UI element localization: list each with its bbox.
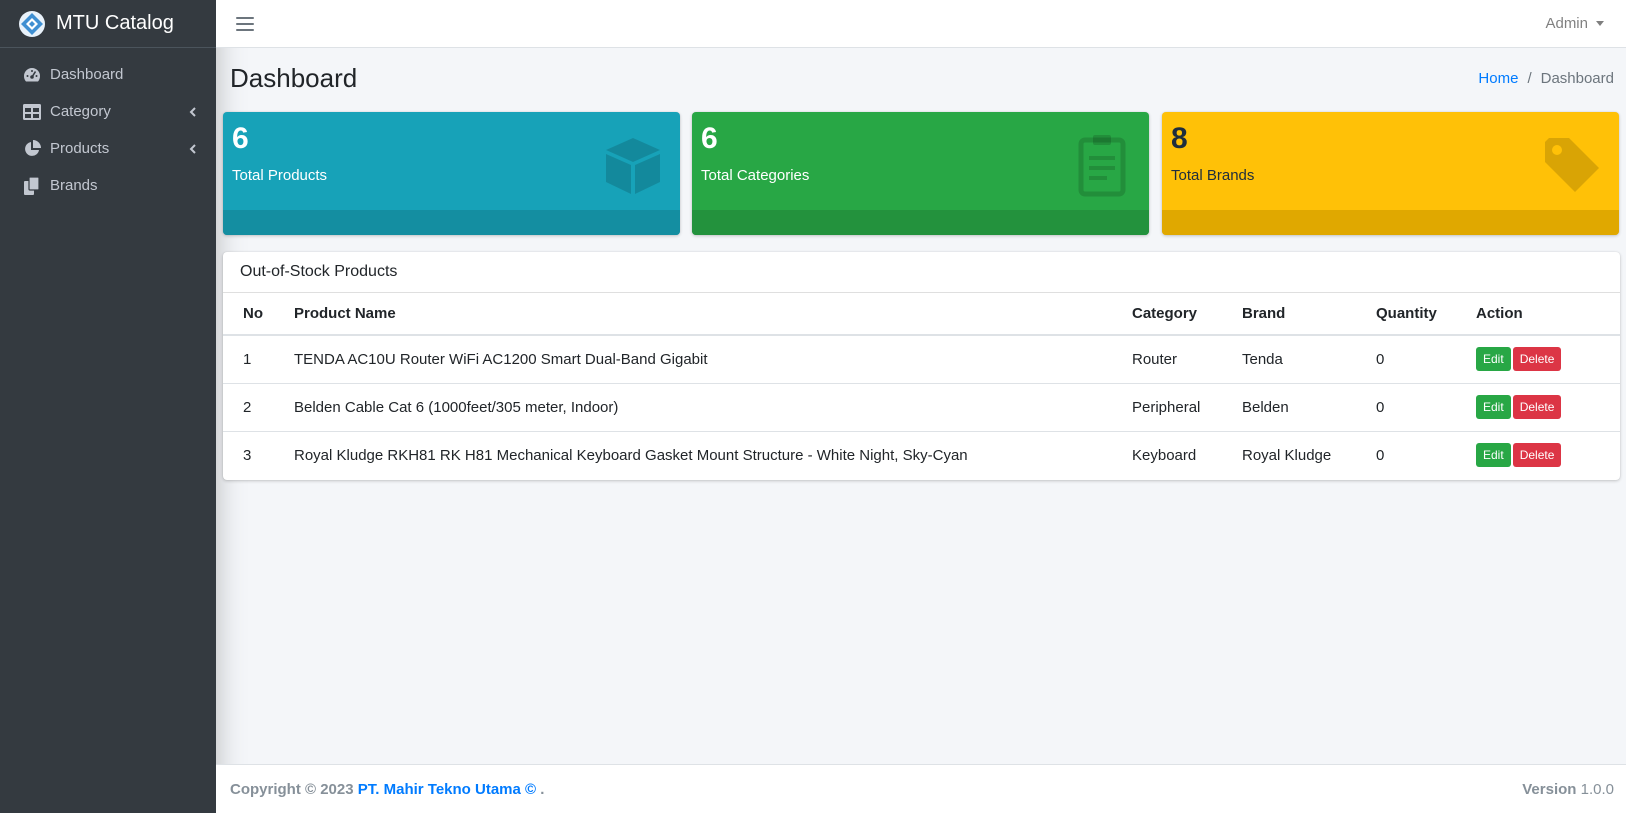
cell-category: Keyboard [1132,446,1197,464]
stat-box-footer[interactable] [1162,210,1619,235]
sidebar-item-label: Dashboard [50,66,124,83]
version-label: Version [1522,780,1577,798]
stat-box-footer[interactable] [692,210,1149,235]
caret-down-icon [1596,21,1604,26]
cell-no: 3 [243,446,252,464]
out-of-stock-table: No Product Name Category Brand Quantity … [223,293,1620,479]
sidebar-item-brands[interactable]: Brands [0,167,216,204]
stat-box-categories: 6 Total Categories [692,112,1149,235]
copyright-text: Copyright © 2023 PT. Mahir Tekno Utama ©… [230,781,544,798]
cell-quantity: 0 [1356,335,1456,384]
brand-link[interactable]: MTU Catalog [0,0,216,48]
table-row: 1 TENDA AC10U Router WiFi AC1200 Smart D… [223,335,1620,384]
delete-button[interactable]: Delete [1512,347,1562,372]
chevron-left-icon [189,106,196,117]
user-dropdown[interactable]: Admin [1545,15,1604,32]
edit-button[interactable]: Edit [1476,443,1511,468]
menu-toggle-icon[interactable] [236,16,254,31]
table-icon [22,102,42,122]
cell-brand: Royal Kludge [1242,446,1332,464]
sidebar-item-dashboard[interactable]: Dashboard [0,56,216,93]
version-number: 1.0.0 [1580,780,1614,798]
sidebar-item-products[interactable]: Products [0,130,216,167]
stat-box-products: 6 Total Products [223,112,680,235]
page-title: Dashboard [230,62,358,93]
main-footer: Copyright © 2023 PT. Mahir Tekno Utama ©… [216,764,1626,813]
cell-brand: Belden [1222,383,1356,432]
copy-icon [22,176,42,196]
sidebar: MTU Catalog Dashboard Category Products [0,0,216,813]
cube-icon [606,138,660,194]
sidebar-nav: Dashboard Category Products Brands [0,48,216,204]
pie-chart-icon [22,139,42,159]
cell-no: 1 [223,335,274,384]
cell-action: Edit Delete [1456,431,1620,479]
cell-action: Edit Delete [1456,335,1620,384]
column-header: Product Name [274,293,1112,336]
cell-product-name: TENDA AC10U Router WiFi AC1200 Smart Dua… [274,335,1112,384]
tachometer-icon [22,65,42,85]
tag-icon [1545,138,1599,192]
table-row: 3 Royal Kludge RKH81 RK H81 Mechanical K… [223,431,1620,479]
clipboard-icon [1078,135,1126,197]
column-header: Category [1112,293,1222,336]
breadcrumb: Home / Dashboard [1478,70,1614,87]
sidebar-item-label: Category [50,103,111,120]
version-info: Version 1.0.0 [1522,781,1614,798]
stat-box-brands: 8 Total Brands [1162,112,1619,235]
diamond-logo-icon [19,10,45,37]
breadcrumb-current: Dashboard [1540,69,1614,87]
cell-quantity: 0 [1376,446,1385,464]
top-navbar: Admin [216,0,1626,48]
stat-box-footer[interactable] [223,210,680,235]
content-header: Dashboard Home / Dashboard [216,48,1626,108]
breadcrumb-separator: / [1527,69,1532,87]
cell-product-name: Royal Kludge RKH81 RK H81 Mechanical Key… [294,446,968,464]
edit-button[interactable]: Edit [1476,347,1511,372]
user-name: Admin [1545,15,1588,32]
sidebar-item-category[interactable]: Category [0,93,216,130]
cell-no: 2 [223,383,274,432]
copyright-suffix: . [540,780,545,798]
cell-product-name: Belden Cable Cat 6 (1000feet/305 meter, … [274,383,1112,432]
column-header: Quantity [1356,293,1456,336]
edit-button[interactable]: Edit [1476,394,1511,420]
cell-category: Peripheral [1112,383,1222,432]
app-title: MTU Catalog [56,12,174,34]
card-title: Out-of-Stock Products [223,252,1620,293]
table-row: 2 Belden Cable Cat 6 (1000feet/305 meter… [223,383,1620,432]
cell-quantity: 0 [1356,383,1456,432]
column-header: Brand [1222,293,1356,336]
column-header: Action [1456,293,1620,336]
column-header: No [223,293,274,336]
chevron-left-icon [189,143,196,154]
out-of-stock-card: Out-of-Stock Products No Product Name Ca… [223,252,1620,480]
sidebar-item-label: Brands [50,177,98,194]
sidebar-item-label: Products [50,140,110,157]
cell-brand: Tenda [1222,335,1356,384]
delete-button[interactable]: Delete [1512,394,1562,420]
cell-action: Edit Delete [1456,383,1620,432]
company-link[interactable]: PT. Mahir Tekno Utama © [358,781,536,798]
delete-button[interactable]: Delete [1512,443,1562,468]
breadcrumb-home-link[interactable]: Home [1478,70,1518,87]
table-header-row: No Product Name Category Brand Quantity … [223,293,1620,336]
copyright-label: Copyright © 2023 [230,780,354,798]
cell-category: Router [1112,335,1222,384]
